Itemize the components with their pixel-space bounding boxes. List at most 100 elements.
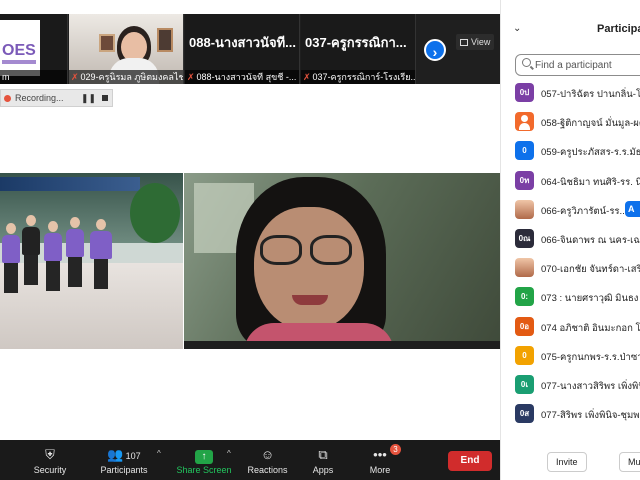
participant-search[interactable]: [515, 54, 640, 76]
participant-row[interactable]: 058-ฐิติกาญจน์ มั่นมูล-ผดุงราษฎร์: [501, 109, 640, 138]
stage-plant: [130, 183, 180, 243]
avatar: 0ท: [515, 170, 534, 190]
mute-all-button[interactable]: Mute All: [619, 452, 640, 472]
participant-row[interactable]: 0ณ 066-จินดาพร ณ นคร-เฉลิม: [501, 226, 640, 255]
search-icon: [522, 58, 531, 67]
participant-name: 057-ปาริฉัตร ปานกลิ่น-โรงเรียน: [541, 89, 640, 100]
recording-dot-icon: [4, 95, 11, 102]
recording-indicator: Recording... ❚❚: [0, 89, 113, 107]
share-screen-button[interactable]: ↑ Share Screen ^: [175, 440, 233, 480]
participant-row[interactable]: 0ส 077-สิริพร เพิ่งพินิจ-ชุมพล: [501, 401, 640, 430]
avatar: 0: [515, 345, 534, 365]
video-area: OES m ✗ 029-ครูนิรมล ภูษิตมงคลไชย 088-นาง…: [0, 0, 500, 440]
avatar: 0:: [515, 287, 534, 307]
apps-icon: ⧉: [318, 447, 328, 462]
chevron-up-icon[interactable]: ^: [157, 449, 161, 458]
stage-person: [90, 219, 112, 289]
video-tile-title: 037-ครูกรรณิกา...: [305, 35, 407, 50]
pause-recording-button[interactable]: ❚❚: [81, 92, 96, 104]
participant-row[interactable]: 0ป 057-ปาริฉัตร ปานกลิ่น-โรงเรียน: [501, 80, 640, 109]
participant-name: 070-เอกชัย จันทร์ดา-เสริมงาม: [541, 264, 640, 276]
avatar: 0: [515, 141, 534, 161]
avatar: [515, 199, 534, 219]
more-button[interactable]: ••• More 3: [362, 440, 401, 480]
wall-picture: [99, 34, 115, 52]
participant-row[interactable]: 0เ 077-นางสาวสิริพร เพิ่งพินิจ: [501, 372, 640, 401]
video-tile-name: ✗ 088-นางสาวนัจที สุขชี -...: [185, 70, 299, 84]
video-tile-name: ✗ 029-ครูนิรมล ภูษิตมงคลไชย: [69, 70, 183, 84]
stage-person: [44, 221, 62, 291]
reactions-button[interactable]: ☺ Reactions: [245, 440, 290, 480]
participant-name: 077-สิริพร เพิ่งพินิจ-ชุมพล: [541, 410, 640, 422]
speaker-mouth: [292, 295, 328, 305]
speaker-glasses: [310, 235, 352, 265]
participants-icon: 👥: [107, 447, 124, 462]
video-tile-088[interactable]: 088-นางสาวนัจที... ✗ 088-นางสาวนัจที สุขช…: [185, 14, 300, 84]
mic-muted-icon: ✗: [303, 72, 311, 82]
participant-name: 064-นิชธิมา ทนศิริ-รร. นิคม: [541, 176, 640, 188]
speaker-glasses: [260, 235, 302, 265]
participant-name: 075-ครูกนกพร-ร.ร.ป่าซาง: [541, 351, 640, 363]
smile-icon: ☺: [260, 447, 275, 462]
video-thumbnail-strip: OES m ✗ 029-ครูนิรมล ภูษิตมงคลไชย 088-นาง…: [0, 14, 500, 84]
security-button[interactable]: ⛨ Security: [30, 440, 70, 480]
panel-title: Participants (107): [597, 23, 640, 35]
video-tile-029[interactable]: ✗ 029-ครูนิรมล ภูษิตมงคลไชย: [69, 14, 184, 84]
avatar: 0อ: [515, 316, 534, 336]
logo-image: OES: [0, 20, 40, 76]
shared-video-stage: [0, 173, 183, 349]
participant-row[interactable]: 0อ 074 อภิชาติ อินมะกอก โรง: [501, 314, 640, 343]
chevron-up-icon[interactable]: ^: [227, 449, 231, 458]
speaker-face: [254, 207, 364, 331]
stage-banner: [0, 177, 140, 191]
panel-header: ⌄ Participants (107): [501, 20, 640, 44]
logo-text: OES: [2, 42, 36, 59]
video-tile-name: m: [0, 70, 67, 84]
avatar: 0ป: [515, 83, 534, 102]
video-tile-title: 088-นางสาวนัจที...: [189, 35, 296, 50]
mic-muted-icon: ✗: [71, 72, 79, 82]
active-speaker-video: [184, 173, 500, 349]
participants-count: 107: [125, 451, 141, 461]
panel-footer: Invite Mute All: [501, 450, 640, 476]
participant-name: 077-นางสาวสิริพร เพิ่งพินิจ: [541, 380, 640, 392]
view-button[interactable]: View: [456, 34, 495, 50]
participant-action-button[interactable]: A: [625, 200, 640, 217]
participant-row[interactable]: 066-ครูวิภารัตน์-รร... A: [501, 197, 640, 226]
mic-muted-icon: ✗: [187, 72, 195, 82]
avatar: 0ณ: [515, 228, 534, 248]
participant-name: 066-จินดาพร ณ นคร-เฉลิม: [541, 234, 640, 246]
video-tile-logo[interactable]: OES m: [0, 14, 68, 84]
stage-person: [2, 223, 20, 293]
shield-icon: ⛨: [45, 447, 55, 462]
participant-row[interactable]: 0: 073 : นายศราวุฒิ มินธง : ป: [501, 284, 640, 313]
stop-icon: [102, 95, 108, 101]
grid-view-icon: [460, 39, 468, 46]
end-meeting-button[interactable]: End: [448, 451, 492, 471]
participant-row[interactable]: 0ท 064-นิชธิมา ทนศิริ-รร. นิคม: [501, 168, 640, 197]
participants-button[interactable]: 👥 107 Participants ^: [95, 440, 160, 480]
apps-button[interactable]: ⧉ Apps: [306, 440, 340, 480]
participant-row[interactable]: 070-เอกชัย จันทร์ดา-เสริมงาม: [501, 255, 640, 284]
share-screen-icon: ↑: [195, 450, 213, 464]
search-input[interactable]: [535, 57, 640, 73]
video-tile-037[interactable]: 037-ครูกรรณิกา... ✗ 037-ครูกรรณิการ์-โรงเ…: [301, 14, 416, 84]
avatar: 0ส: [515, 404, 534, 424]
participant-row[interactable]: 0 075-ครูกนกพร-ร.ร.ป่าซาง: [501, 343, 640, 372]
stop-recording-button[interactable]: [99, 92, 111, 104]
shared-screen-controls: [184, 341, 500, 349]
avatar: 0เ: [515, 374, 534, 394]
participant-name: 066-ครูวิภารัตน์-รร...: [541, 205, 628, 217]
chevron-down-icon[interactable]: ⌄: [513, 23, 521, 34]
notification-badge: 3: [390, 444, 401, 455]
recording-label: Recording...: [15, 93, 64, 103]
avatar: [515, 258, 534, 278]
meeting-toolbar: ⛨ Security 👥 107 Participants ^ ↑ Share S…: [0, 440, 500, 480]
participant-name: 073 : นายศราวุฒิ มินธง : ป: [541, 293, 640, 305]
stage-person: [66, 217, 84, 287]
participants-panel: ⌄ Participants (107) 0ป 057-ปาริฉัตร ปานก…: [500, 0, 640, 480]
participant-name: 074 อภิชาติ อินมะกอก โรง: [541, 322, 640, 334]
invite-button[interactable]: Invite: [547, 452, 587, 472]
participant-row[interactable]: 0 059-ครูประภัสสร-ร.ร.มัธยม: [501, 138, 640, 167]
next-page-button[interactable]: ›: [424, 39, 446, 61]
